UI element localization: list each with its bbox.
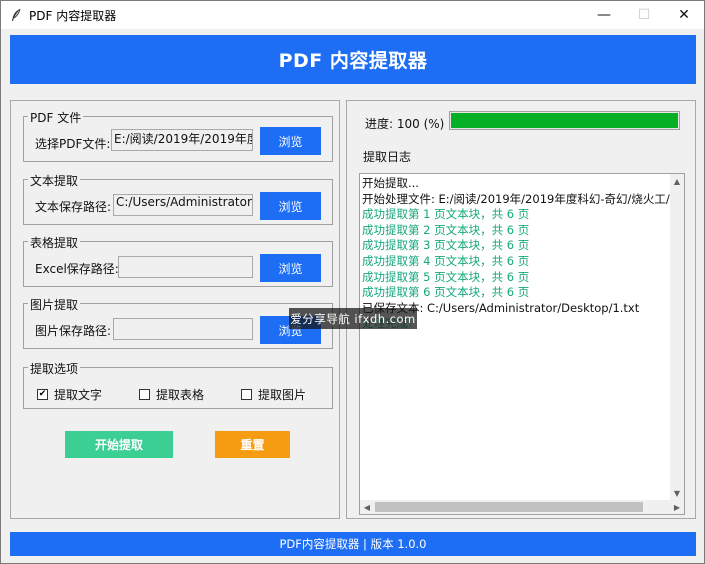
log-title: 提取日志 — [363, 150, 412, 164]
text-save-path-label: 文本保存路径: — [35, 200, 112, 214]
image-save-path-input[interactable] — [113, 318, 253, 340]
progress-fill — [451, 113, 678, 128]
header-banner: PDF 内容提取器 — [10, 35, 696, 84]
progress-bar — [449, 111, 680, 130]
status-footer: PDF内容提取器 | 版本 1.0.0 — [10, 532, 696, 556]
app-window: PDF 内容提取器 — ☐ ✕ PDF 内容提取器 PDF 文件 选择PDF文件… — [0, 0, 705, 564]
text-save-path-input[interactable]: C:/Users/Administrator/Desktop — [113, 194, 253, 216]
table-extract-group-legend: 表格提取 — [28, 234, 81, 251]
image-extract-group-legend: 图片提取 — [28, 296, 81, 313]
option-extract-table-label: 提取表格 — [156, 388, 205, 402]
option-extract-text-label: 提取文字 — [54, 388, 103, 402]
checkbox-extract-text[interactable]: ✔ — [37, 389, 48, 400]
vertical-scrollbar[interactable]: ▲ ▼ — [670, 174, 684, 500]
scroll-up-icon[interactable]: ▲ — [670, 174, 684, 188]
minimize-button[interactable]: — — [584, 1, 624, 29]
log-textarea[interactable]: 开始提取... 开始处理文件: E:/阅读/2019年/2019年度科幻-奇幻/烧… — [359, 173, 685, 515]
option-extract-image-label: 提取图片 — [258, 388, 307, 402]
excel-save-path-label: Excel保存路径: — [35, 262, 119, 276]
scroll-left-icon[interactable]: ◀ — [360, 500, 374, 514]
log-line: 成功提取第 4 页文本块，共 6 页 — [362, 253, 530, 268]
pdf-browse-button[interactable]: 浏览 — [260, 127, 321, 155]
log-line: 开始提取... — [362, 176, 419, 190]
footer-text: PDF内容提取器 | 版本 1.0.0 — [279, 537, 427, 551]
feather-icon — [9, 8, 23, 22]
text-browse-button[interactable]: 浏览 — [260, 192, 321, 220]
checkbox-extract-image[interactable] — [241, 389, 252, 400]
pdf-file-group: PDF 文件 选择PDF文件: E:/阅读/2019年/2019年度科幻 浏览 — [23, 109, 333, 162]
extract-options-group: 提取选项 ✔ 提取文字 提取表格 提取图片 — [23, 360, 333, 409]
checkbox-extract-table[interactable] — [139, 389, 150, 400]
progress-label: 进度: 100 (%) — [365, 117, 445, 131]
excel-browse-button[interactable]: 浏览 — [260, 254, 321, 282]
maximize-button: ☐ — [637, 7, 651, 23]
horizontal-scroll-thumb[interactable] — [375, 502, 643, 512]
log-line: 成功提取第 2 页文本块，共 6 页 — [362, 222, 530, 237]
excel-save-path-input[interactable] — [118, 256, 253, 278]
close-button[interactable]: ✕ — [664, 1, 704, 29]
log-line: 成功提取第 5 页文本块，共 6 页 — [362, 269, 530, 284]
text-extract-group-legend: 文本提取 — [28, 172, 81, 189]
image-save-path-label: 图片保存路径: — [35, 324, 112, 338]
option-extract-image[interactable]: 提取图片 — [241, 386, 306, 403]
watermark-text: 爱分享导航 ifxdh.com — [290, 311, 416, 326]
table-extract-group: 表格提取 Excel保存路径: 浏览 — [23, 234, 333, 287]
pdf-file-label: 选择PDF文件: — [35, 137, 111, 151]
image-extract-group: 图片提取 图片保存路径: 浏览 — [23, 296, 333, 349]
horizontal-scrollbar[interactable]: ◀ ▶ — [360, 500, 684, 514]
option-extract-table[interactable]: 提取表格 — [139, 386, 204, 403]
extract-options-group-legend: 提取选项 — [28, 360, 81, 377]
scroll-down-icon[interactable]: ▼ — [670, 486, 684, 500]
window-title: PDF 内容提取器 — [29, 8, 117, 23]
pdf-file-input[interactable]: E:/阅读/2019年/2019年度科幻 — [111, 129, 253, 151]
scroll-right-icon[interactable]: ▶ — [670, 500, 684, 514]
start-extract-button[interactable]: 开始提取 — [65, 431, 173, 458]
log-line: 成功提取第 3 页文本块，共 6 页 — [362, 238, 530, 253]
watermark-overlay: 爱分享导航 ifxdh.com — [289, 308, 417, 329]
log-line: 开始处理文件: E:/阅读/2019年/2019年度科幻-奇幻/烧火工/烧火 — [362, 191, 670, 206]
option-extract-text[interactable]: ✔ 提取文字 — [37, 386, 102, 403]
log-line: 成功提取第 1 页文本块，共 6 页 — [362, 207, 530, 222]
title-bar: PDF 内容提取器 — ☐ ✕ — [1, 1, 704, 29]
text-extract-group: 文本提取 文本保存路径: C:/Users/Administrator/Desk… — [23, 172, 333, 225]
header-title: PDF 内容提取器 — [278, 50, 428, 72]
pdf-file-group-legend: PDF 文件 — [28, 109, 84, 126]
log-line: 成功提取第 6 页文本块，共 6 页 — [362, 285, 530, 300]
reset-button[interactable]: 重置 — [215, 431, 290, 458]
checkmark-icon: ✔ — [38, 389, 47, 399]
window-controls: — ☐ ✕ — [584, 1, 704, 29]
